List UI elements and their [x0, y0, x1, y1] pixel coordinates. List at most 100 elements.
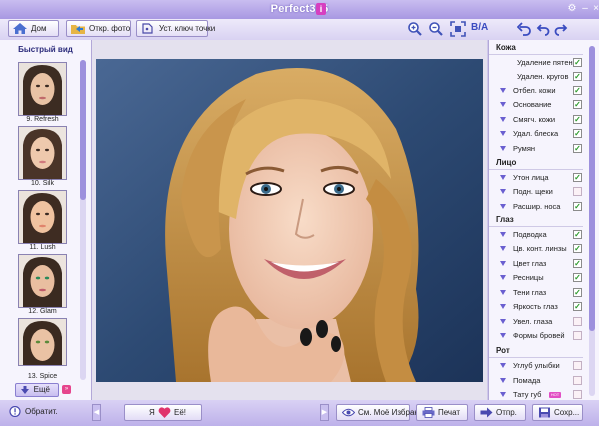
preset-face-image [19, 127, 66, 179]
scroll-left-arrow[interactable]: ◀ [92, 404, 101, 421]
option-checkbox[interactable] [573, 317, 582, 326]
expand-arrow-icon[interactable] [500, 131, 506, 136]
expand-arrow-icon[interactable] [500, 117, 506, 122]
preset-thumb-silk[interactable] [18, 126, 67, 180]
quick-view-panel: Быстрый вид 9. Refresh 10. Silk 11. Lush… [0, 40, 92, 400]
set-keypoints-button[interactable]: Уст. ключ точки [136, 20, 215, 37]
expand-arrow-icon[interactable] [500, 392, 506, 397]
option-label: Расшир. носа [513, 202, 561, 211]
option-checkbox[interactable]: ✓ [573, 115, 582, 124]
option-checkbox[interactable] [573, 390, 582, 399]
option-checkbox[interactable] [573, 331, 582, 340]
option-label: Помада [513, 376, 541, 385]
option-label: Тату губ [513, 390, 542, 399]
arrow-down-icon [21, 386, 29, 394]
option-checkbox[interactable]: ✓ [573, 259, 582, 268]
option-checkbox[interactable]: ✓ [573, 72, 582, 81]
preset-thumb-spice[interactable] [18, 318, 67, 366]
option-checkbox[interactable] [573, 361, 582, 370]
expand-arrow-icon[interactable] [500, 363, 506, 368]
open-photo-label: Откр. фото [89, 24, 131, 33]
expand-arrow-icon[interactable] [500, 261, 506, 266]
preset-label: 13. Spice [27, 373, 58, 380]
photo-canvas[interactable] [92, 40, 487, 400]
preset-thumb-lush[interactable] [18, 190, 67, 244]
option-checkbox[interactable] [573, 187, 582, 196]
expand-arrow-icon[interactable] [500, 246, 506, 251]
expand-arrow-icon[interactable] [500, 189, 506, 194]
option-label: Основание [513, 100, 552, 109]
exclamation-icon [9, 406, 21, 417]
option-checkbox[interactable] [573, 376, 582, 385]
preset-label: 10. Silk [31, 180, 54, 187]
close-icon[interactable]: × [590, 3, 599, 15]
settings-icon[interactable]: ⚙ [566, 3, 578, 15]
expand-arrow-icon[interactable] [500, 319, 506, 324]
expand-arrow-icon[interactable] [500, 204, 506, 209]
expand-arrow-icon[interactable] [500, 378, 506, 383]
more-presets-button[interactable]: Ещё [15, 383, 59, 397]
like-button[interactable]: Я Её! [124, 404, 202, 421]
zoom-out-icon[interactable] [428, 21, 444, 37]
window-title: Perfect365 [270, 3, 329, 15]
section-mouth-title: Рот [496, 346, 510, 355]
feedback-button[interactable]: Обратит. [4, 404, 58, 421]
print-button[interactable]: Печат [416, 404, 468, 421]
redo-icon[interactable] [553, 21, 569, 37]
expand-arrow-icon[interactable] [500, 304, 506, 309]
option-label: Подн. щеки [513, 187, 553, 196]
quick-view-scrollbar[interactable] [80, 60, 86, 380]
home-button[interactable]: Дом [8, 20, 59, 37]
expand-arrow-icon[interactable] [500, 88, 506, 93]
option-checkbox[interactable]: ✓ [573, 244, 582, 253]
option-checkbox[interactable]: ✓ [573, 173, 582, 182]
undo-all-icon[interactable] [517, 21, 533, 37]
expand-arrow-icon[interactable] [500, 146, 506, 151]
option-checkbox[interactable]: ✓ [573, 129, 582, 138]
expand-arrow-icon[interactable] [500, 275, 506, 280]
divider [489, 226, 583, 227]
option-checkbox[interactable]: ✓ [573, 273, 582, 282]
hot-badge: HOT [549, 392, 561, 398]
preset-thumb-glam[interactable] [18, 254, 67, 308]
scroll-right-arrow[interactable]: ▶ [320, 404, 329, 421]
option-checkbox[interactable]: ✓ [573, 58, 582, 67]
expand-arrow-icon[interactable] [500, 290, 506, 295]
scrollbar-thumb[interactable] [80, 60, 86, 200]
scrollbar-thumb[interactable] [589, 46, 595, 331]
save-label: Сохр... [554, 408, 580, 417]
undo-icon[interactable] [535, 21, 551, 37]
option-checkbox[interactable]: ✓ [573, 86, 582, 95]
bottom-bar: Обратит. ◀ Я Её! ▶ См. Моё Избран. Печат… [0, 400, 599, 426]
preset-face-image [19, 191, 66, 243]
favorites-button[interactable]: См. Моё Избран. [336, 404, 421, 421]
option-checkbox[interactable]: ✓ [573, 100, 582, 109]
save-button[interactable]: Сохр... [532, 404, 583, 421]
preset-thumb-refresh[interactable] [18, 62, 67, 116]
expand-arrow-icon[interactable] [500, 102, 506, 107]
fit-screen-icon[interactable] [450, 21, 466, 37]
option-label: Тени глаз [513, 288, 547, 297]
retouch-options-panel: Кожа Удаление пятен ✓ Удален. кругов ✓ О… [488, 40, 599, 400]
more-badge[interactable]: » [62, 385, 71, 394]
option-label: Углуб улыбки [513, 361, 560, 370]
option-label: Ресницы [513, 273, 544, 282]
option-checkbox[interactable]: ✓ [573, 144, 582, 153]
option-label: Подводка [513, 230, 547, 239]
expand-arrow-icon[interactable] [500, 232, 506, 237]
open-photo-button[interactable]: Откр. фото [66, 20, 131, 37]
toolbar: Дом Откр. фото Уст. ключ точки B/A [0, 19, 599, 40]
option-checkbox[interactable]: ✓ [573, 202, 582, 211]
section-skin-title: Кожа [496, 43, 516, 52]
expand-arrow-icon[interactable] [500, 333, 506, 338]
expand-arrow-icon[interactable] [500, 175, 506, 180]
option-checkbox[interactable]: ✓ [573, 288, 582, 297]
before-after-toggle[interactable]: B/A [471, 22, 488, 33]
info-icon[interactable]: i [316, 3, 326, 15]
quick-view-title: Быстрый вид [18, 45, 73, 54]
options-scrollbar[interactable] [589, 46, 595, 396]
option-checkbox[interactable]: ✓ [573, 230, 582, 239]
send-button[interactable]: Отпр. [474, 404, 526, 421]
option-checkbox[interactable]: ✓ [573, 302, 582, 311]
zoom-in-icon[interactable] [407, 21, 423, 37]
